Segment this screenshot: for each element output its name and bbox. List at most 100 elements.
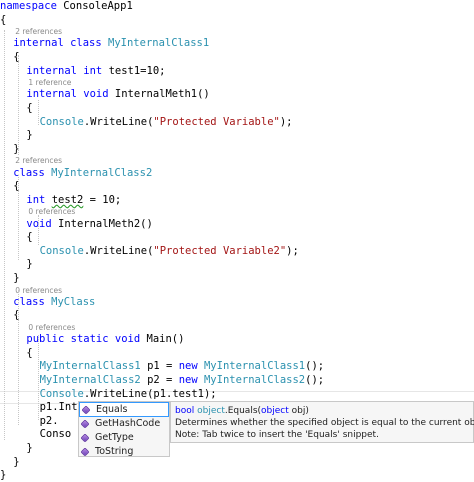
method-icon	[80, 447, 90, 456]
code-token: MyInternalClass2	[39, 374, 141, 386]
completion-item-label: GetHashCode	[95, 418, 161, 429]
completion-item-tostring[interactable]: ToString	[79, 445, 169, 457]
method-icon	[80, 419, 90, 429]
code-token: ();	[305, 374, 325, 386]
code-line: }	[0, 272, 474, 285]
snippet-note: Note: Tab twice to insert the 'Equals' s…	[175, 430, 379, 440]
completion-item-gethashcode[interactable]: GetHashCode	[79, 417, 169, 431]
code-line: }	[0, 129, 474, 142]
code-line: namespace ConsoleApp1	[0, 0, 474, 13]
code-token: = 10;	[83, 193, 122, 206]
code-token: {	[26, 231, 33, 244]
code-token: {	[26, 346, 33, 359]
signature: bool object.Equals(object obj)	[175, 406, 309, 416]
code-token: p2.	[39, 414, 59, 427]
code-token: }	[0, 469, 7, 482]
code-line: public static void Main()	[0, 333, 474, 346]
code-token: }	[26, 129, 33, 142]
indent-guide	[38, 100, 39, 125]
completion-item-label: GetType	[95, 432, 134, 443]
code-token: InternalMeth2()	[58, 217, 153, 230]
code-line: {	[0, 309, 474, 322]
completion-item-label: Equals	[96, 403, 128, 415]
code-token: }	[13, 455, 20, 468]
code-line: void InternalMeth2()	[0, 218, 474, 231]
code-line: {	[0, 347, 474, 360]
code-token: ();	[305, 360, 325, 373]
code-token: MyInternalClass1	[39, 360, 141, 373]
code-token: Console	[39, 115, 84, 128]
code-token: {	[0, 13, 7, 26]
code-token: public static void	[26, 333, 147, 346]
completion-item-label: ToString	[95, 446, 134, 457]
code-line: internal int test1=10;	[0, 65, 474, 78]
completion-item-equals[interactable]: Equals	[79, 402, 169, 417]
code-token: .WriteLine(	[83, 115, 154, 128]
code-token: }	[26, 442, 33, 454]
indent-guide	[18, 55, 19, 155]
code-token: "Protected Variable"	[153, 115, 280, 128]
code-token: );	[279, 115, 293, 128]
code-token: "Protected Variable2"	[153, 244, 287, 257]
code-token: void	[26, 217, 58, 230]
code-line: int test2 = 10;	[0, 194, 474, 207]
reference-count-lens[interactable]: 0 references	[0, 207, 474, 217]
code-line: MyInternalClass1 p1 = new MyInternalClas…	[0, 360, 474, 373]
code-token: {	[26, 102, 33, 114]
completion-item-gettype[interactable]: GetType	[79, 431, 169, 445]
code-token: Console	[39, 244, 84, 257]
reference-count-lens[interactable]: 0 references	[0, 286, 474, 296]
code-line: internal class MyInternalClass1	[0, 37, 474, 50]
code-token: Conso	[39, 428, 72, 441]
code-line: }	[0, 258, 474, 271]
code-line: }	[0, 442, 474, 455]
indent-guide	[4, 30, 5, 440]
code-token: internal void	[26, 88, 115, 101]
code-token: int	[26, 193, 52, 206]
code-token: test1=10;	[108, 64, 166, 77]
code-line: {	[0, 51, 474, 64]
description: Determines whether the specified object …	[175, 418, 474, 428]
code-token: MyInternalClass1	[108, 37, 210, 50]
code-token: MyInternalClass1	[203, 360, 306, 373]
code-editor[interactable]: namespace ConsoleApp1{2 references intern…	[0, 0, 474, 481]
indent-guide	[38, 335, 39, 420]
reference-count-lens[interactable]: 1 reference	[0, 78, 474, 88]
code-token: InternalMeth1()	[114, 88, 210, 101]
code-token: p1 =	[140, 360, 179, 373]
code-line: Console.WriteLine(p1.test1);	[0, 388, 474, 401]
code-line: }	[0, 143, 474, 156]
code-line: {	[0, 14, 474, 27]
code-token: .WriteLine(p1.test1);	[83, 387, 217, 400]
warning-squiggle: test2	[51, 193, 84, 206]
code-line: Console.WriteLine("Protected Variable2")…	[0, 245, 474, 258]
reference-count-lens[interactable]: 2 references	[0, 156, 474, 166]
completion-list[interactable]: Equals GetHashCode GetType ToString	[78, 401, 170, 457]
code-token: .WriteLine(	[83, 244, 154, 257]
code-line: {	[0, 102, 474, 115]
reference-count-lens[interactable]: 0 references	[0, 323, 474, 333]
indent-guide	[18, 175, 19, 260]
code-token: }	[26, 258, 33, 271]
code-token: ConsoleApp1	[56, 0, 133, 12]
indent-guide	[18, 290, 19, 425]
code-line: }	[0, 456, 474, 469]
code-token: MyClass	[51, 295, 96, 308]
reference-count-lens[interactable]: 2 references	[0, 27, 474, 37]
code-token: new	[178, 374, 204, 386]
code-line: class MyInternalClass2	[0, 167, 474, 180]
method-icon	[81, 404, 91, 415]
quick-info-tooltip: bool object.Equals(object obj) Determine…	[170, 401, 474, 443]
code-token: new	[178, 360, 204, 373]
code-token: );	[286, 244, 299, 257]
code-token: Main()	[146, 333, 185, 346]
code-line: }	[0, 469, 474, 482]
indent-guide	[38, 215, 39, 245]
method-icon	[80, 433, 90, 443]
code-token: }	[13, 272, 20, 284]
code-line: {	[0, 180, 474, 193]
code-token: internal int	[26, 64, 109, 77]
code-token: MyInternalClass2	[203, 374, 306, 386]
code-line: class MyClass	[0, 296, 474, 309]
code-line: {	[0, 231, 474, 244]
